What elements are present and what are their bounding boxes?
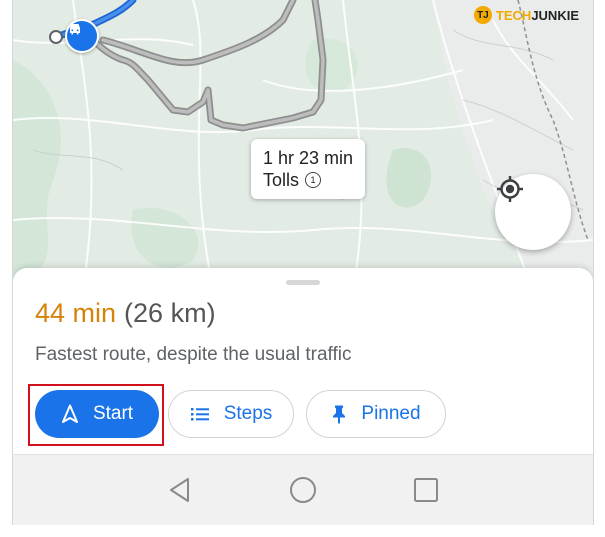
route-summary: 44 min (26 km): [35, 298, 216, 329]
list-icon: [190, 408, 209, 421]
tolls-text: Tolls: [263, 170, 300, 190]
steps-button-label: Steps: [223, 403, 273, 424]
toll-icon: 1: [305, 172, 322, 188]
car-glyph: [70, 24, 80, 35]
alternate-route-label[interactable]: 1 hr 23 min Tolls 1: [251, 139, 366, 199]
watermark-brand-left: TECH: [495, 7, 532, 23]
pinned-button[interactable]: Pinned: [306, 390, 446, 438]
back-triangle-glyph: [170, 478, 189, 502]
start-button-label: Start: [92, 403, 134, 424]
pin-icon: [333, 405, 346, 424]
recents-icon[interactable]: [411, 475, 441, 505]
route-distance: (26 km): [124, 298, 216, 328]
start-button[interactable]: Start: [35, 390, 159, 438]
home-icon[interactable]: [288, 475, 318, 505]
pinned-button-label: Pinned: [361, 403, 421, 424]
route-duration-main: 44 min: [35, 298, 117, 328]
navigation-arrow-icon: [61, 404, 78, 423]
screenshot-frame: TJ TECH JUNKIE 1 hr 23 min Tolls 1 44 mi…: [0, 0, 605, 537]
steps-button[interactable]: Steps: [168, 390, 294, 438]
sheet-drag-handle[interactable]: [286, 280, 320, 285]
home-circle-glyph: [290, 477, 316, 503]
techjunkie-watermark: TJ TECH JUNKIE: [473, 6, 579, 24]
car-icon[interactable]: [65, 19, 99, 53]
map-view[interactable]: TJ TECH JUNKIE 1 hr 23 min Tolls 1: [13, 0, 593, 290]
route-duration: 1 hr 23 min: [263, 148, 354, 168]
phone-screen: TJ TECH JUNKIE 1 hr 23 min Tolls 1 44 mi…: [12, 0, 594, 525]
android-navigation-bar: [13, 454, 593, 525]
route-description: Fastest route, despite the usual traffic: [35, 344, 352, 365]
route-tolls: Tolls 1: [263, 169, 353, 191]
route-details-sheet: 44 min (26 km) Fastest route, despite the…: [13, 268, 593, 525]
watermark-brand-right: JUNKIE: [531, 7, 579, 23]
recents-square-glyph: [414, 478, 438, 502]
my-location-icon: [497, 176, 523, 202]
back-icon[interactable]: [165, 475, 195, 505]
techjunkie-logo-icon: TJ: [473, 6, 492, 24]
my-location-button[interactable]: [495, 174, 571, 250]
